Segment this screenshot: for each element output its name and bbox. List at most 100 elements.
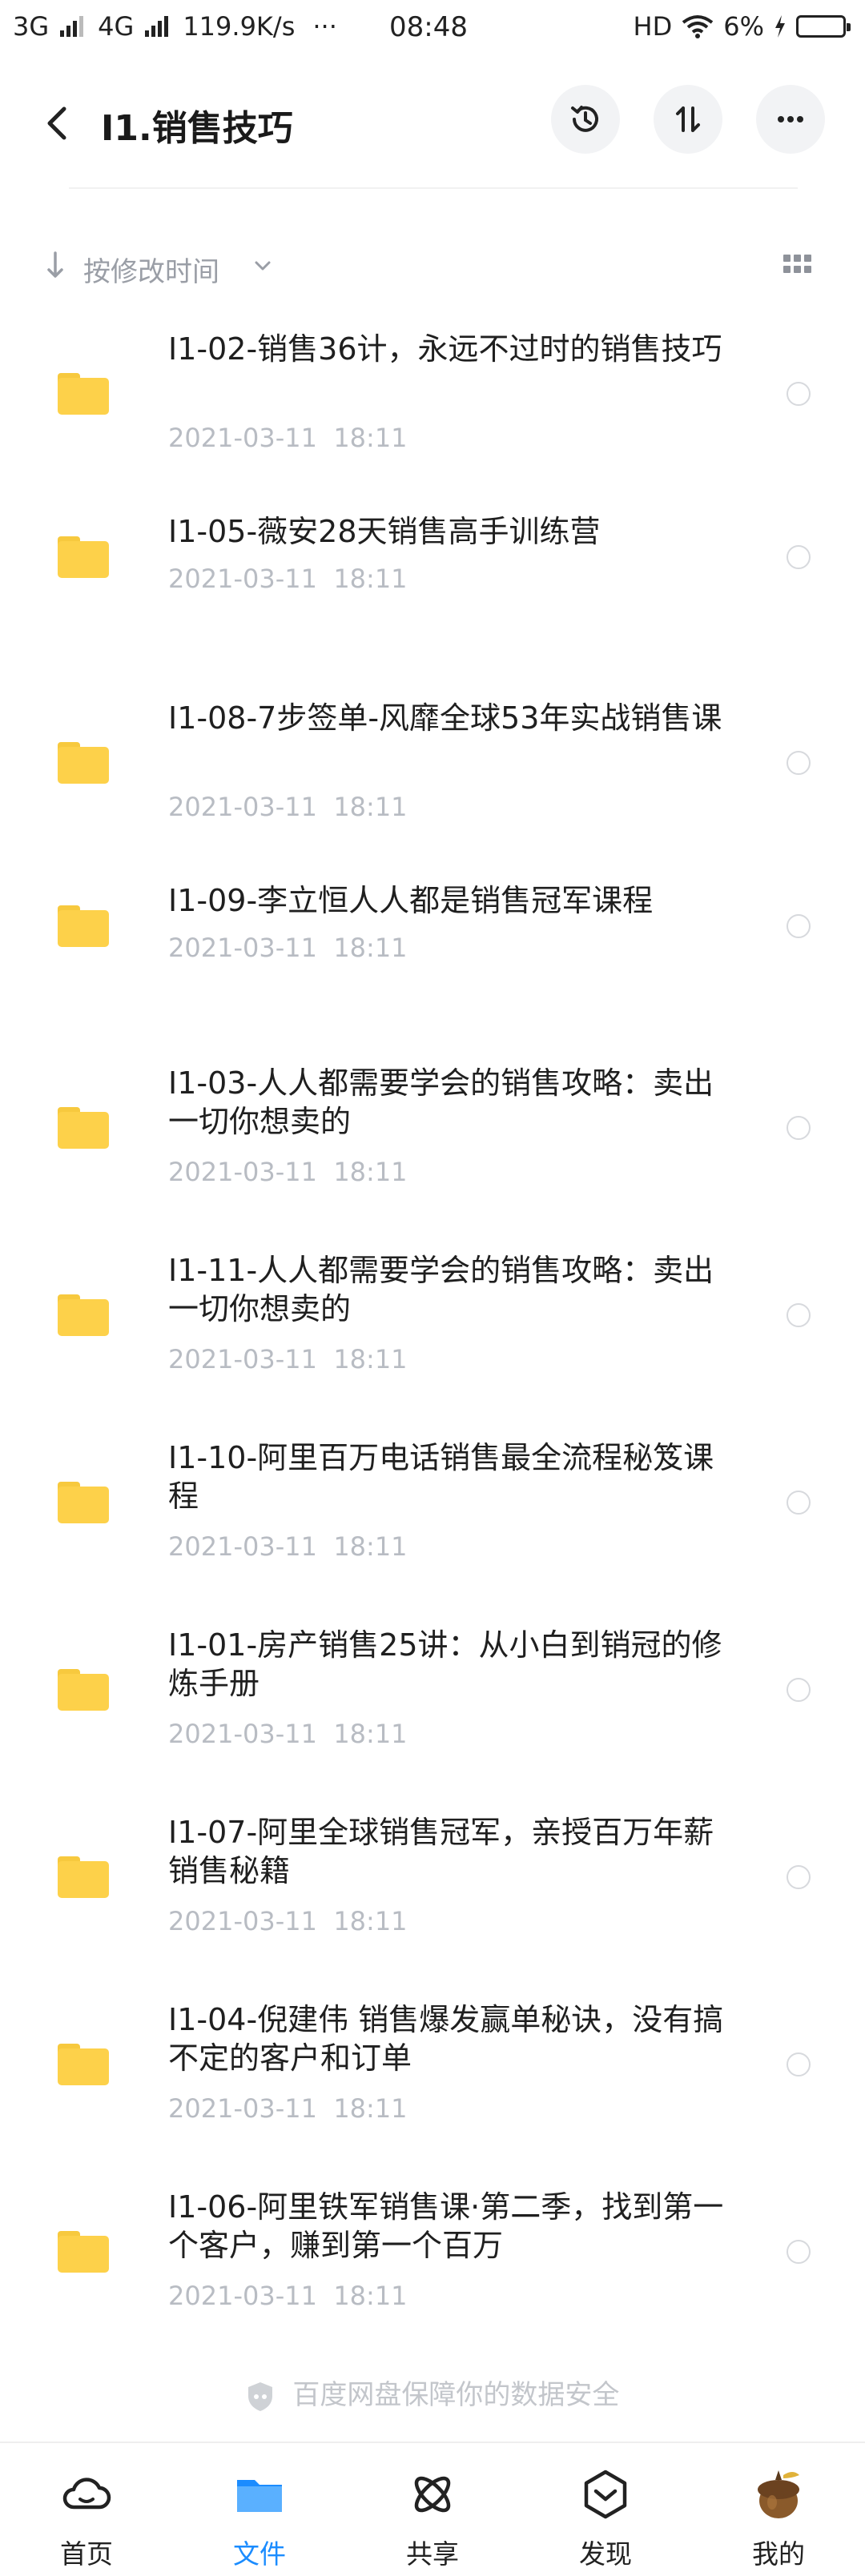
file-date: 2021-03-11 18:11 (168, 1906, 408, 1936)
folder-icon (58, 1669, 109, 1711)
list-item[interactable]: I1-07-阿里全球销售冠军，亲授百万年薪销售秘籍 2021-03-11 18:1… (0, 1797, 865, 1984)
down-arrow-icon (47, 251, 63, 278)
back-arrow-icon[interactable] (37, 99, 78, 147)
hd-label: HD (633, 11, 673, 42)
file-date: 2021-03-11 18:11 (168, 933, 408, 963)
folder-icon (58, 1294, 109, 1336)
select-checkbox[interactable] (787, 1865, 811, 1889)
folder-icon (237, 2480, 282, 2512)
history-button[interactable] (551, 85, 620, 154)
clock: 08:48 (389, 11, 468, 43)
list-item[interactable]: I1-10-阿里百万电话销售最全流程秘笈课程 2021-03-11 18:11 (0, 1422, 865, 1610)
net-speed: 119.9K/s (183, 11, 296, 42)
sort-selector[interactable]: 按修改时间 (83, 250, 219, 289)
status-left: 3G 4G 119.9K/s ··· (13, 11, 337, 42)
select-checkbox[interactable] (787, 2240, 811, 2264)
list-item[interactable]: I1-03-人人都需要学会的销售攻略：卖出一切你想卖的 2021-03-11 18… (0, 1048, 865, 1235)
file-name: I1-10-阿里百万电话销售最全流程秘笈课程 (168, 1440, 714, 1514)
chevron-down-icon[interactable] (253, 258, 272, 274)
folder-icon (58, 1107, 109, 1149)
sort-arrows-icon (676, 106, 700, 132)
more-status-icon: ··· (312, 11, 337, 42)
tab-share[interactable]: 共享 (346, 2443, 519, 2576)
file-date: 2021-03-11 18:11 (168, 2281, 408, 2311)
file-name: I1-03-人人都需要学会的销售攻略：卖出一切你想卖的 (168, 1065, 714, 1139)
list-item[interactable]: I1-06-阿里铁军销售课·第二季，找到第一个客户，赚到第一个百万 2021-03… (0, 2172, 865, 2359)
file-date: 2021-03-11 18:11 (168, 1344, 408, 1374)
sort-bar: 按修改时间 (0, 240, 865, 296)
shield-icon (247, 2381, 272, 2411)
tab-me[interactable]: 我的 (692, 2443, 865, 2576)
tab-files[interactable]: 文件 (173, 2443, 346, 2576)
select-checkbox[interactable] (787, 1116, 811, 1140)
charging-icon (775, 15, 785, 38)
tab-discover-label: 发现 (579, 2538, 632, 2570)
avatar-icon (758, 2470, 799, 2518)
grid-view-icon[interactable] (783, 255, 812, 275)
signal-icon (60, 16, 84, 37)
history-icon (571, 106, 598, 132)
status-right: HD 6% (633, 11, 851, 42)
file-name: I1-06-阿里铁军销售课·第二季，找到第一个客户，赚到第一个百万 (168, 2189, 724, 2263)
folder-icon (58, 2231, 109, 2273)
bottom-tab-bar: 首页 文件 共享 发现 我的 (0, 2442, 865, 2576)
signal-icon (145, 16, 169, 37)
select-checkbox[interactable] (787, 382, 811, 406)
file-name: I1-01-房产销售25讲：从小白到销冠的修炼手册 (168, 1627, 722, 1701)
battery-percent: 6% (723, 11, 764, 42)
select-checkbox[interactable] (787, 545, 811, 569)
file-date: 2021-03-11 18:11 (168, 1531, 408, 1562)
header-divider (69, 187, 798, 189)
file-name: I1-09-李立恒人人都是销售冠军课程 (168, 883, 654, 918)
select-checkbox[interactable] (787, 751, 811, 775)
select-checkbox[interactable] (787, 2052, 811, 2076)
file-list: I1-02-销售36计，永远不过时的销售技巧 2021-03-11 18:11 I1… (0, 314, 865, 2359)
discover-icon (584, 2470, 627, 2519)
list-item[interactable]: I1-01-房产销售25讲：从小白到销冠的修炼手册 2021-03-11 18:1… (0, 1610, 865, 1797)
file-date: 2021-03-11 18:11 (168, 792, 408, 822)
folder-icon (58, 536, 109, 578)
folder-icon (58, 373, 109, 415)
folder-icon (58, 742, 109, 784)
sort-order-button[interactable] (654, 85, 722, 154)
network-3g-label: 3G (13, 11, 50, 42)
file-date: 2021-03-11 18:11 (168, 2093, 408, 2124)
file-name: I1-11-人人都需要学会的销售攻略：卖出一切你想卖的 (168, 1253, 714, 1326)
share-atom-icon (414, 2476, 451, 2513)
list-item[interactable]: I1-04-倪建伟 销售爆发赢单秘诀，没有搞不定的客户和订单 2021-03-11… (0, 1984, 865, 2172)
folder-icon (58, 2044, 109, 2085)
file-name: I1-07-阿里全球销售冠军，亲授百万年薪销售秘籍 (168, 1815, 714, 1888)
tab-share-label: 共享 (406, 2538, 459, 2570)
cloud-icon (62, 2478, 111, 2510)
security-note: 百度网盘保障你的数据安全 (0, 2373, 865, 2413)
file-date: 2021-03-11 18:11 (168, 1157, 408, 1187)
file-date: 2021-03-11 18:11 (168, 564, 408, 594)
list-item[interactable]: I1-05-薇安28天销售高手训练营 2021-03-11 18:11 (0, 496, 865, 683)
tab-home-label: 首页 (60, 2538, 113, 2570)
file-name: I1-04-倪建伟 销售爆发赢单秘诀，没有搞不定的客户和订单 (168, 2002, 724, 2076)
battery-icon (796, 15, 851, 38)
list-item[interactable]: I1-08-7步签单-风靡全球53年实战销售课 2021-03-11 18:11 (0, 683, 865, 865)
network-4g-label: 4G (98, 11, 135, 42)
select-checkbox[interactable] (787, 1491, 811, 1515)
tab-home[interactable]: 首页 (0, 2443, 173, 2576)
list-item[interactable]: I1-11-人人都需要学会的销售攻略：卖出一切你想卖的 2021-03-11 18… (0, 1235, 865, 1422)
folder-icon (58, 1856, 109, 1898)
tab-discover[interactable]: 发现 (519, 2443, 692, 2576)
list-item[interactable]: I1-02-销售36计，永远不过时的销售技巧 2021-03-11 18:11 (0, 314, 865, 496)
list-item[interactable]: I1-09-李立恒人人都是销售冠军课程 2021-03-11 18:11 (0, 865, 865, 1048)
folder-icon (58, 1482, 109, 1523)
wifi-icon (682, 15, 714, 38)
file-name: I1-02-销售36计，永远不过时的销售技巧 (168, 331, 722, 367)
page-title: I1.销售技巧 (101, 108, 293, 149)
tab-me-label: 我的 (752, 2538, 805, 2570)
select-checkbox[interactable] (787, 1678, 811, 1702)
folder-icon (58, 905, 109, 947)
file-name: I1-08-7步签单-风靡全球53年实战销售课 (168, 700, 722, 736)
more-button[interactable] (756, 85, 825, 154)
status-bar: 3G 4G 119.9K/s ··· 08:48 HD 6% (0, 0, 865, 59)
select-checkbox[interactable] (787, 914, 811, 938)
select-checkbox[interactable] (787, 1303, 811, 1327)
file-name: I1-05-薇安28天销售高手训练营 (168, 514, 601, 549)
tab-files-label: 文件 (233, 2538, 286, 2570)
